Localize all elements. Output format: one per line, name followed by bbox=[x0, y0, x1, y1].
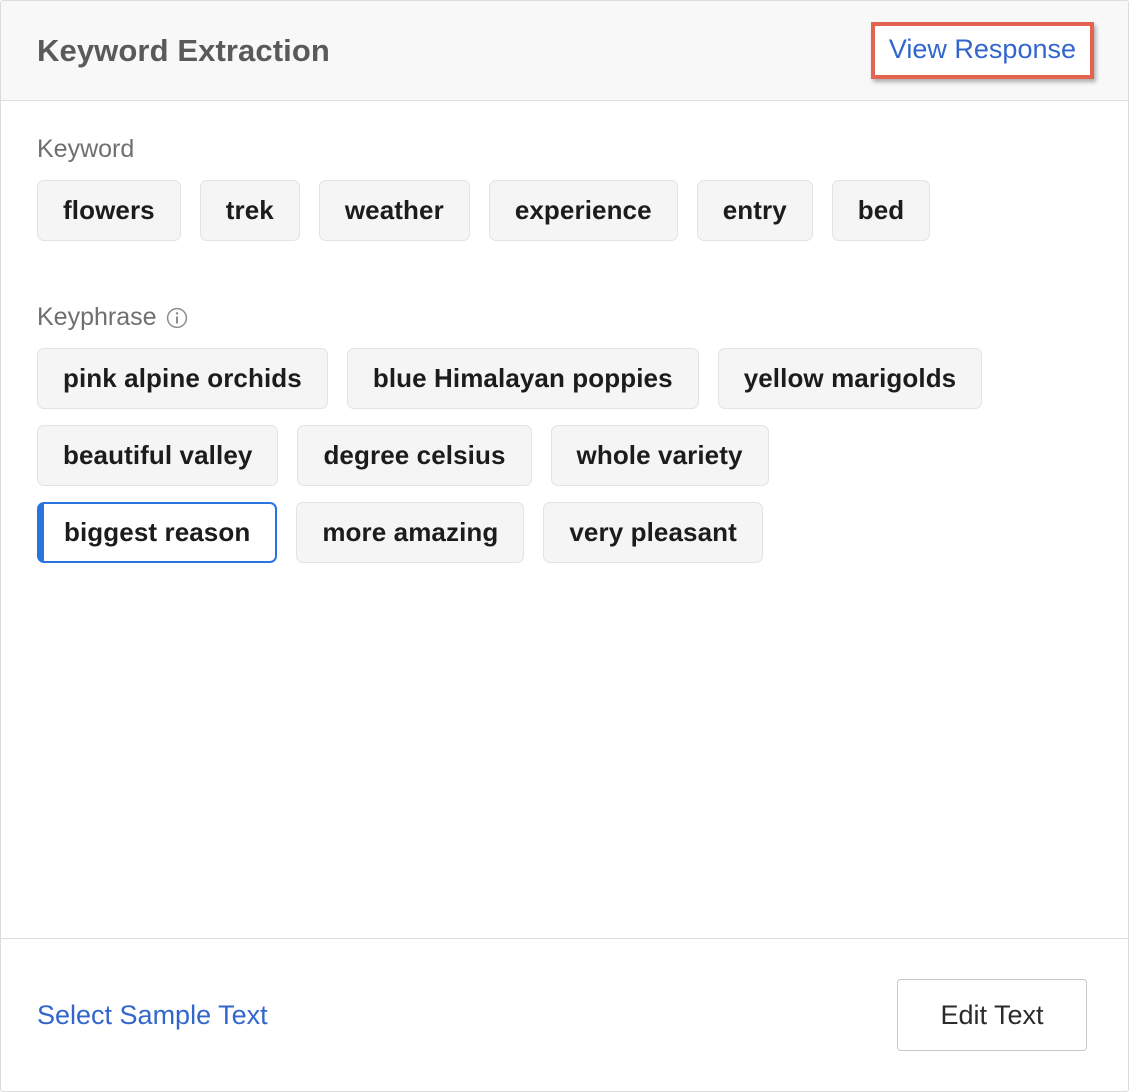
keyphrase-chip-row: pink alpine orchids blue Himalayan poppi… bbox=[37, 348, 1092, 409]
view-response-highlight-box: View Response bbox=[870, 22, 1094, 79]
keyphrase-chip[interactable]: beautiful valley bbox=[37, 425, 279, 486]
keyphrase-chip[interactable]: more amazing bbox=[296, 502, 525, 563]
page-title: Keyword Extraction bbox=[37, 32, 330, 68]
keyphrase-chip[interactable]: very pleasant bbox=[543, 502, 763, 563]
keyphrase-chip-row: biggest reason more amazing very pleasan… bbox=[37, 502, 1092, 563]
keyword-chip[interactable]: trek bbox=[199, 180, 300, 241]
keyphrase-section-label: Keyphrase bbox=[37, 303, 1092, 332]
edit-text-button[interactable]: Edit Text bbox=[897, 979, 1087, 1051]
keyphrase-chip[interactable]: pink alpine orchids bbox=[37, 348, 328, 409]
card-body: Keyword flowers trek weather experience … bbox=[1, 101, 1128, 938]
keyword-chip[interactable]: bed bbox=[831, 180, 931, 241]
keyword-label-text: Keyword bbox=[37, 135, 135, 163]
keyword-chip[interactable]: entry bbox=[696, 180, 813, 241]
select-sample-text-link[interactable]: Select Sample Text bbox=[37, 1000, 268, 1031]
card-footer: Select Sample Text Edit Text bbox=[1, 938, 1128, 1091]
keyphrase-chip-groups: pink alpine orchids blue Himalayan poppi… bbox=[37, 348, 1092, 563]
view-response-link[interactable]: View Response bbox=[889, 34, 1076, 64]
keyphrase-chip[interactable]: yellow marigolds bbox=[717, 348, 983, 409]
keyphrase-chip[interactable]: blue Himalayan poppies bbox=[346, 348, 699, 409]
card-header: Keyword Extraction View Response bbox=[1, 1, 1128, 101]
keyword-chip[interactable]: flowers bbox=[37, 180, 181, 241]
info-circle-icon[interactable] bbox=[166, 307, 188, 329]
keyword-chip-row: flowers trek weather experience entry be… bbox=[37, 180, 1092, 241]
keyphrase-label-text: Keyphrase bbox=[37, 303, 157, 331]
keyword-extraction-card: Keyword Extraction View Response Keyword… bbox=[0, 0, 1129, 1092]
keyphrase-chip[interactable]: degree celsius bbox=[297, 425, 532, 486]
keyphrase-chip-row: beautiful valley degree celsius whole va… bbox=[37, 425, 1092, 486]
keyword-section-label: Keyword bbox=[37, 135, 1092, 164]
keyword-chip[interactable]: experience bbox=[488, 180, 678, 241]
keyphrase-chip-selected[interactable]: biggest reason bbox=[37, 502, 278, 563]
keyword-chip[interactable]: weather bbox=[318, 180, 470, 241]
keyphrase-chip[interactable]: whole variety bbox=[550, 425, 769, 486]
